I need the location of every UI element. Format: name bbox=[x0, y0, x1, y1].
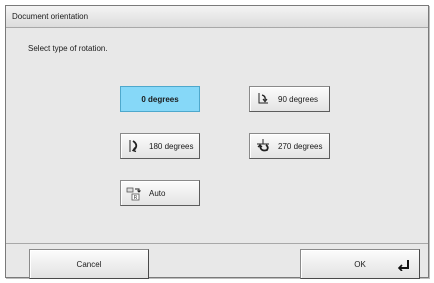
rotation-auto-button[interactable]: R Auto bbox=[120, 180, 200, 206]
dialog-title-bar: Document orientation bbox=[6, 6, 428, 28]
enter-key-icon bbox=[397, 259, 411, 272]
rotation-0-degrees-label: 0 degrees bbox=[141, 94, 179, 104]
document-orientation-dialog: Document orientation Select type of rota… bbox=[5, 5, 429, 279]
rotation-prompt: Select type of rotation. bbox=[28, 44, 108, 53]
rotation-180-degrees-label: 180 degrees bbox=[149, 141, 194, 151]
rotate-180-icon bbox=[125, 137, 143, 155]
cancel-button[interactable]: Cancel bbox=[29, 249, 149, 279]
rotation-90-degrees-label: 90 degrees bbox=[278, 94, 319, 104]
ok-button[interactable]: OK bbox=[300, 249, 420, 279]
rotate-90-icon bbox=[254, 90, 272, 108]
dialog-title: Document orientation bbox=[12, 12, 89, 21]
auto-rotate-icon: R bbox=[125, 184, 143, 202]
rotate-270-icon bbox=[254, 137, 272, 155]
cancel-label: Cancel bbox=[76, 259, 102, 269]
rotation-0-degrees-button[interactable]: 0 degrees bbox=[120, 86, 200, 112]
rotation-180-degrees-button[interactable]: 180 degrees bbox=[120, 133, 200, 159]
ok-label: OK bbox=[354, 259, 366, 269]
rotation-270-degrees-label: 270 degrees bbox=[278, 141, 323, 151]
svg-text:R: R bbox=[134, 195, 138, 201]
rotation-270-degrees-button[interactable]: 270 degrees bbox=[249, 133, 330, 159]
rotation-panel bbox=[6, 28, 428, 244]
rotation-90-degrees-button[interactable]: 90 degrees bbox=[249, 86, 330, 112]
rotation-auto-label: Auto bbox=[149, 188, 166, 198]
